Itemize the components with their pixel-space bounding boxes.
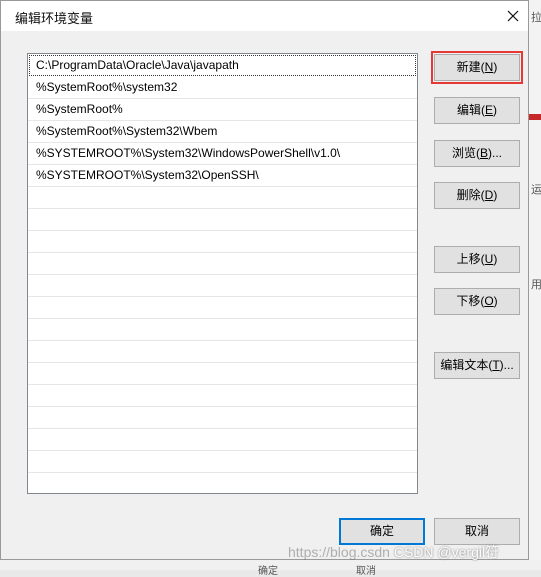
cancel-button[interactable]: 取消: [434, 518, 520, 545]
empty-row: [28, 231, 417, 253]
empty-row: [28, 187, 417, 209]
move-up-button[interactable]: 上移(U): [434, 246, 520, 273]
empty-row: [28, 407, 417, 429]
list-item[interactable]: %SYSTEMROOT%\System32\WindowsPowerShell\…: [28, 143, 417, 165]
new-button[interactable]: 新建(N): [431, 51, 523, 84]
edit-text-button[interactable]: 编辑文本(T)...: [434, 352, 520, 379]
empty-row: [28, 451, 417, 473]
empty-row: [28, 363, 417, 385]
edit-env-var-dialog: 编辑环境变量 C:\ProgramData\Oracle\Java\javapa…: [0, 0, 529, 560]
empty-row: [28, 429, 417, 451]
background-text: 运: [531, 184, 541, 196]
empty-row: [28, 319, 417, 341]
empty-row: [28, 253, 417, 275]
list-item[interactable]: %SystemRoot%\System32\Wbem: [28, 121, 417, 143]
background-decoration: [529, 114, 541, 120]
background-text: 拉: [531, 12, 541, 24]
empty-row: [28, 297, 417, 319]
list-item[interactable]: %SYSTEMROOT%\System32\OpenSSH\: [28, 165, 417, 187]
empty-row: [28, 341, 417, 363]
empty-row: [28, 275, 417, 297]
list-item[interactable]: %SystemRoot%: [28, 99, 417, 121]
dialog-title: 编辑环境变量: [15, 11, 94, 26]
close-button[interactable]: [500, 3, 526, 29]
empty-row: [28, 209, 417, 231]
list-item[interactable]: C:\ProgramData\Oracle\Java\javapath: [29, 55, 416, 76]
edit-button[interactable]: 编辑(E): [434, 97, 520, 124]
empty-row: [28, 473, 417, 493]
list-item[interactable]: %SystemRoot%\system32: [28, 77, 417, 99]
ok-button[interactable]: 确定: [339, 518, 425, 545]
empty-row: [28, 385, 417, 407]
close-icon: [507, 10, 519, 22]
browse-button[interactable]: 浏览(B)...: [434, 140, 520, 167]
watermark: https://blog.csdn CSDN @vergil符: [288, 544, 500, 560]
move-down-button[interactable]: 下移(O): [434, 288, 520, 315]
delete-button[interactable]: 删除(D): [434, 182, 520, 209]
title-bar: 编辑环境变量: [1, 1, 528, 31]
path-listbox[interactable]: C:\ProgramData\Oracle\Java\javapath %Sys…: [27, 53, 418, 494]
background-text: 用: [531, 279, 541, 291]
